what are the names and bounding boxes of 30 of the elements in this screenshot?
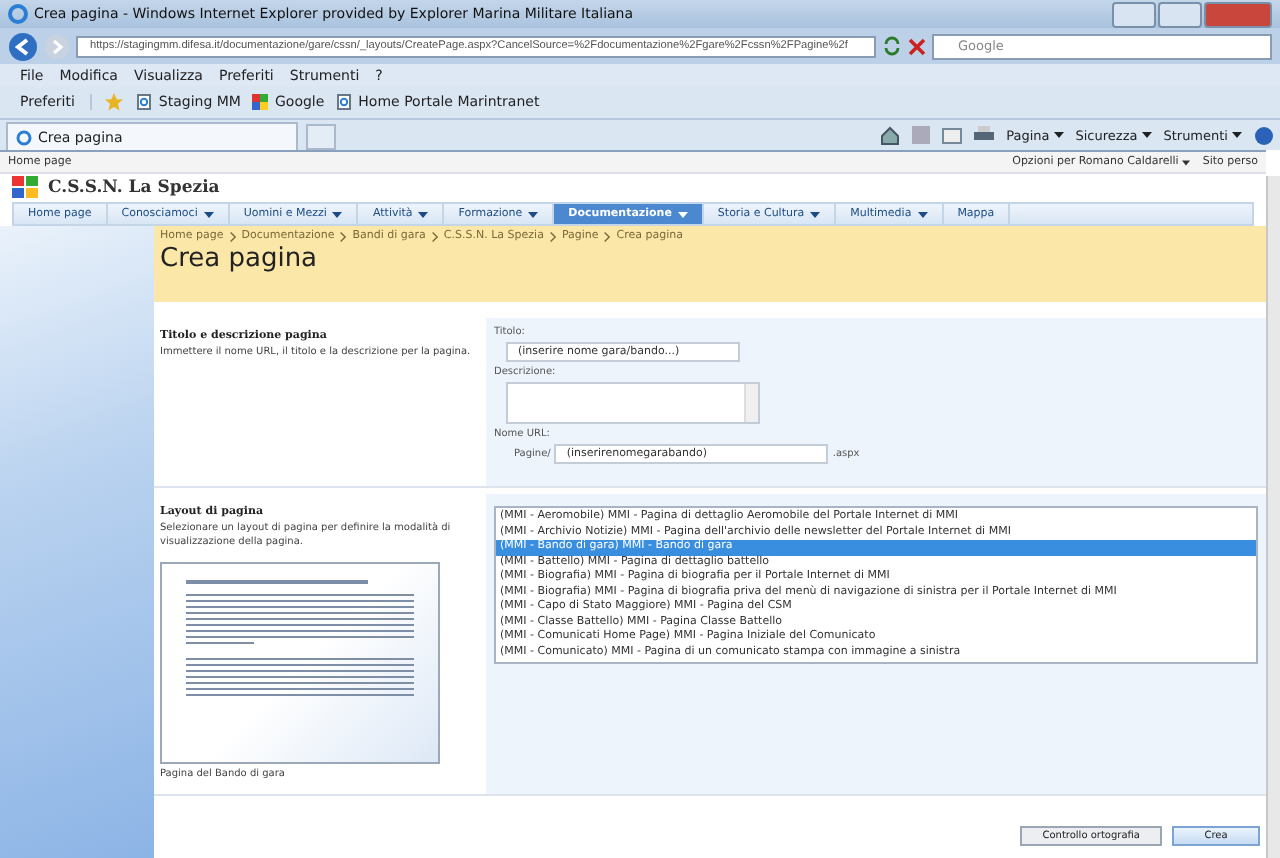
home-icon[interactable]	[880, 125, 901, 145]
scrollbar[interactable]	[1266, 176, 1280, 858]
stop-icon[interactable]	[908, 37, 926, 55]
new-tab-button[interactable]	[306, 124, 336, 150]
chevron-icon	[549, 231, 556, 241]
chevron-icon	[431, 231, 438, 241]
browser-icon	[8, 4, 28, 24]
chevron-icon	[604, 231, 611, 241]
caret-icon	[1232, 132, 1242, 138]
page-icon	[336, 94, 353, 110]
squares-icon	[252, 94, 269, 110]
back-button[interactable]	[8, 31, 38, 61]
page-title: Crea pagina	[160, 244, 320, 274]
layout-list[interactable]	[494, 506, 1258, 664]
browser-icon	[16, 129, 32, 145]
chevron-icon	[229, 231, 236, 241]
print-icon[interactable]	[974, 126, 995, 144]
close-button[interactable]	[1204, 1, 1272, 27]
minimize-button[interactable]	[1112, 1, 1156, 27]
chevron-icon	[340, 231, 347, 241]
site-logo-icon	[12, 176, 40, 200]
star-icon[interactable]	[104, 92, 125, 112]
page-icon	[136, 94, 153, 110]
description-field[interactable]	[506, 382, 760, 424]
caret-icon	[1141, 132, 1152, 138]
site-title: C.S.S.N. La Spezia	[48, 178, 220, 198]
caret-icon	[1053, 132, 1064, 138]
caret-icon	[1182, 159, 1191, 165]
maximize-button[interactable]	[1158, 1, 1202, 27]
refresh-icon[interactable]	[882, 36, 902, 56]
